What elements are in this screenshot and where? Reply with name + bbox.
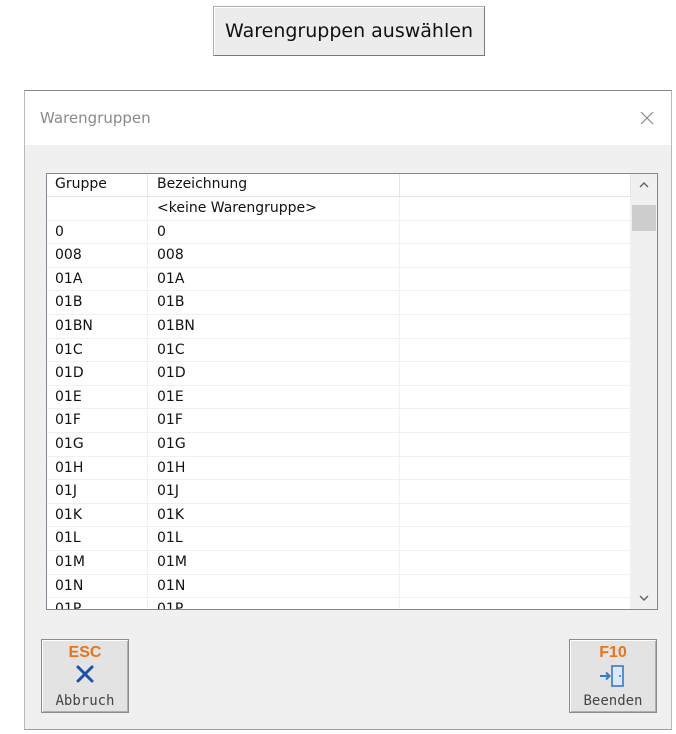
cell-gruppe: 01M xyxy=(47,550,148,575)
cell-gruppe: 01N xyxy=(47,574,148,599)
cell-empty xyxy=(400,220,631,245)
cell-bezeichnung: 008 xyxy=(148,244,400,268)
cell-bezeichnung: 01L xyxy=(148,527,400,551)
cell-gruppe: 0 xyxy=(47,220,148,245)
column-header-bezeichnung[interactable]: Bezeichnung xyxy=(148,174,400,196)
list-item[interactable]: 01BN 01BN xyxy=(47,314,631,339)
list-header: Gruppe Bezeichnung xyxy=(47,174,631,197)
exit-label: Beenden xyxy=(583,693,643,709)
cell-gruppe: 01L xyxy=(47,527,148,551)
list-item[interactable]: 01D 01D xyxy=(47,362,631,386)
cell-empty xyxy=(400,598,631,609)
cell-empty xyxy=(400,314,631,339)
cell-gruppe: 01H xyxy=(47,456,148,481)
close-button[interactable] xyxy=(623,91,671,145)
cell-bezeichnung: 01P xyxy=(148,598,400,609)
cell-gruppe: 01G xyxy=(47,432,148,457)
cell-bezeichnung: 01J xyxy=(148,480,400,504)
list-item[interactable]: 01G 01G xyxy=(47,432,631,457)
cell-gruppe: 01J xyxy=(47,480,148,504)
cancel-button[interactable]: ESC Abbruch xyxy=(41,639,129,713)
cell-empty xyxy=(400,527,631,551)
cell-gruppe: 01E xyxy=(47,385,148,410)
exit-key-label: F10 xyxy=(599,644,627,661)
list-item[interactable]: 01A 01A xyxy=(47,267,631,292)
list-rows: <keine Warengruppe> 0 0 008 008 01A 01A 01B 01B 0… xyxy=(47,197,631,609)
list-item[interactable]: 01F 01F xyxy=(47,409,631,433)
cell-gruppe: 01K xyxy=(47,503,148,528)
cell-empty xyxy=(400,456,631,481)
list-item[interactable]: 01H 01H xyxy=(47,456,631,481)
cell-gruppe: 01B xyxy=(47,291,148,315)
column-header-empty[interactable] xyxy=(400,174,631,196)
scroll-down-button[interactable] xyxy=(631,587,657,609)
cell-empty xyxy=(400,409,631,433)
cell-bezeichnung: 01A xyxy=(148,267,400,292)
cell-gruppe: 01A xyxy=(47,267,148,292)
list-item[interactable]: 00 xyxy=(47,220,631,245)
list-item[interactable]: 01J 01J xyxy=(47,480,631,504)
cell-bezeichnung: 01B xyxy=(148,291,400,315)
cancel-key-label: ESC xyxy=(68,644,102,661)
cell-bezeichnung: 01D xyxy=(148,362,400,386)
dialog-title: Warengruppen xyxy=(40,109,151,127)
cell-gruppe: 01BN xyxy=(47,314,148,339)
cancel-label: Abbruch xyxy=(55,693,115,709)
list-item[interactable]: 01B 01B xyxy=(47,291,631,315)
chevron-up-icon xyxy=(639,182,649,188)
cell-empty xyxy=(400,362,631,386)
cell-bezeichnung: 01K xyxy=(148,503,400,528)
cell-empty xyxy=(400,432,631,457)
cell-empty xyxy=(400,385,631,410)
cell-gruppe: 01D xyxy=(47,362,148,386)
cell-bezeichnung: 01C xyxy=(148,338,400,363)
scroll-up-button[interactable] xyxy=(631,174,657,196)
list-item[interactable]: <keine Warengruppe> xyxy=(47,197,631,221)
cell-empty xyxy=(400,574,631,599)
chevron-down-icon xyxy=(639,595,649,601)
column-header-gruppe[interactable]: Gruppe xyxy=(47,174,148,196)
cell-empty xyxy=(400,244,631,268)
close-icon xyxy=(640,111,654,125)
cell-gruppe xyxy=(47,197,148,221)
cell-gruppe: 01P xyxy=(47,598,148,609)
cell-bezeichnung: 01G xyxy=(148,432,400,457)
cell-bezeichnung: <keine Warengruppe> xyxy=(148,197,400,221)
scrollbar-thumb[interactable] xyxy=(632,205,656,231)
product-groups-dialog: Warengruppen Gruppe Bezeichnung <keine W… xyxy=(24,90,672,730)
cell-empty xyxy=(400,338,631,363)
cell-empty xyxy=(400,197,631,221)
select-product-groups-button[interactable]: Warengruppen auswählen xyxy=(213,6,485,56)
cell-empty xyxy=(400,550,631,575)
cell-empty xyxy=(400,291,631,315)
list-item[interactable]: 01C 01C xyxy=(47,338,631,363)
cell-bezeichnung: 0 xyxy=(148,220,400,245)
list-item[interactable]: 01K 01K xyxy=(47,503,631,528)
cell-bezeichnung: 01M xyxy=(148,550,400,575)
cell-bezeichnung: 01H xyxy=(148,456,400,481)
cell-gruppe: 01F xyxy=(47,409,148,433)
cell-bezeichnung: 01BN xyxy=(148,314,400,339)
cell-bezeichnung: 01F xyxy=(148,409,400,433)
dialog-titlebar: Warengruppen xyxy=(25,91,671,145)
cell-gruppe: 008 xyxy=(47,244,148,268)
cell-bezeichnung: 01N xyxy=(148,574,400,599)
exit-button[interactable]: F10 Beenden xyxy=(569,639,657,713)
vertical-scrollbar[interactable] xyxy=(631,174,657,609)
exit-door-icon xyxy=(600,665,624,687)
list-item[interactable]: 01N 01N xyxy=(47,574,631,599)
cell-empty xyxy=(400,267,631,292)
x-icon xyxy=(76,665,94,683)
cell-bezeichnung: 01E xyxy=(148,385,400,410)
cell-empty xyxy=(400,480,631,504)
cell-gruppe: 01C xyxy=(47,338,148,363)
list-item[interactable]: 01P01P xyxy=(47,598,631,609)
list-item[interactable]: 008 008 xyxy=(47,244,631,268)
product-groups-list[interactable]: Gruppe Bezeichnung <keine Warengruppe> 0 0… xyxy=(46,173,658,610)
list-item[interactable]: 01L 01L xyxy=(47,527,631,551)
list-item[interactable]: 01M 01M xyxy=(47,550,631,575)
list-item[interactable]: 01E 01E xyxy=(47,385,631,410)
cell-empty xyxy=(400,503,631,528)
